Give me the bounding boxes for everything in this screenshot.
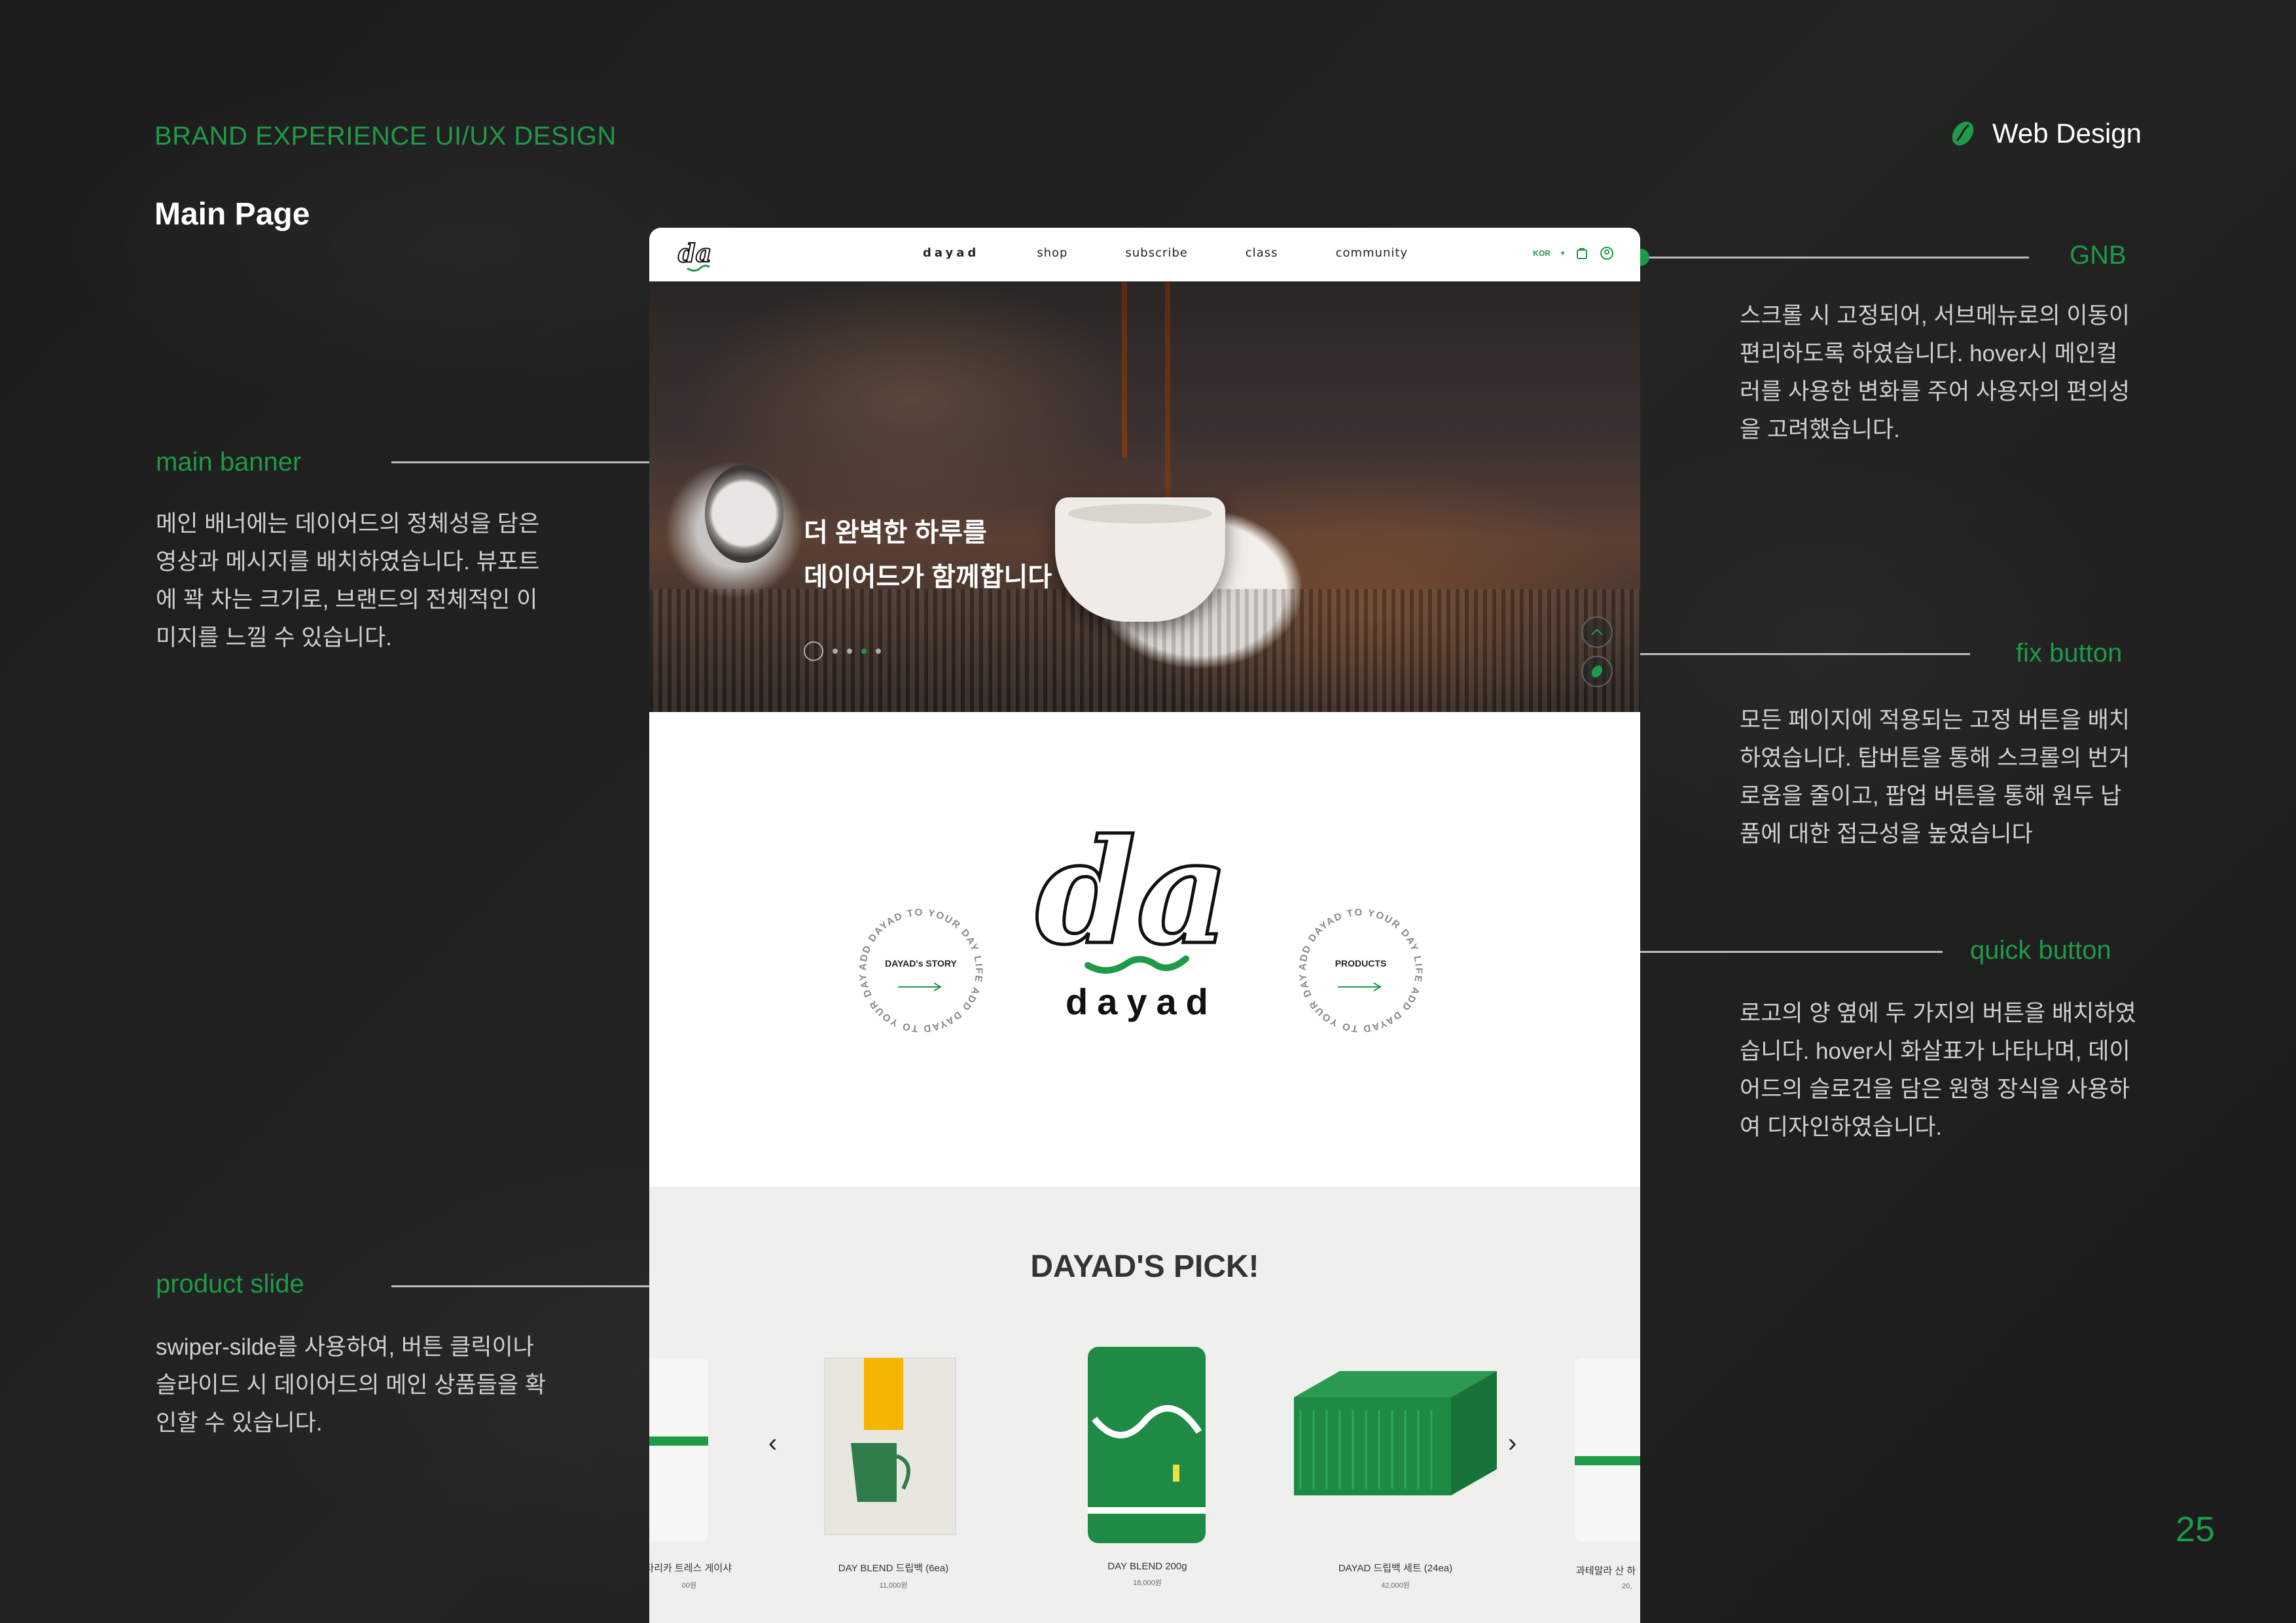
coffee-cup-rim bbox=[1068, 504, 1212, 524]
product-price: 42,000원 bbox=[1381, 1582, 1410, 1590]
coffee-stream-image-2 bbox=[1165, 281, 1170, 530]
nav-item-community[interactable]: community bbox=[1336, 246, 1408, 260]
connector-product-slide bbox=[391, 1285, 683, 1287]
annotation-title-fix-button: fix button bbox=[2016, 639, 2123, 668]
slogan-ring: ADD DAYAD TO YOUR DAY LIFE ADD DAYAD TO … bbox=[1288, 893, 1423, 1034]
product-name: 코스타리카 트레스 게이샤 bbox=[649, 1563, 732, 1574]
product-name: DAY BLEND 200g bbox=[1107, 1561, 1187, 1572]
main-banner: 더 완벽한 하루를 데이어드가 함께합니다 bbox=[649, 281, 1640, 712]
coffee-bean-icon bbox=[1952, 121, 1974, 146]
website-mockup: da dayad shop subscribe class community … bbox=[649, 228, 1640, 1623]
product-card-4[interactable]: 과테말라 산 하 20, bbox=[1576, 1563, 1640, 1590]
gnb-utilities: KOR ▾ bbox=[1533, 246, 1614, 260]
annotation-desc-product-slide: swiper-silde를 사용하여, 버튼 클릭이나 슬라이드 시 데이어드의… bbox=[156, 1334, 547, 1436]
svg-text:da: da bbox=[1035, 825, 1229, 975]
annotation-title-main-banner: main banner bbox=[156, 448, 302, 476]
annotation-desc-quick-button: 로고의 양 옆에 두 가지의 버튼을 배치하였 습니다. hover시 화살표가… bbox=[1740, 1001, 2136, 1140]
dayad-wordmark: dayad bbox=[1066, 981, 1217, 1022]
cart-icon[interactable] bbox=[1575, 246, 1589, 260]
chevron-down-icon[interactable]: ▾ bbox=[1561, 250, 1564, 257]
product-name: DAYAD 드립백 세트 (24ea) bbox=[1338, 1563, 1453, 1574]
coffee-bean-icon bbox=[1591, 665, 1603, 678]
pagination-dot[interactable] bbox=[847, 649, 852, 654]
product-image-2[interactable] bbox=[1081, 1340, 1212, 1550]
annotation-desc-main-banner: 메인 배너에는 데이어드의 정체성을 담은 영상과 메시지를 배치하였습니다. … bbox=[156, 511, 540, 651]
user-icon[interactable] bbox=[1600, 246, 1614, 260]
coffee-stream-image bbox=[1122, 281, 1127, 458]
product-slide-section: DAYAD'S PICK! ‹ › 코스타리카 bbox=[649, 1186, 1640, 1623]
product-image-3[interactable] bbox=[1287, 1358, 1503, 1508]
dayad-logo: da bbox=[1035, 825, 1231, 975]
annotation-title-quick-button: quick button bbox=[1970, 936, 2111, 965]
nav-item-shop[interactable]: shop bbox=[1037, 246, 1067, 260]
quick-button-products-label: PRODUCTS bbox=[1335, 958, 1387, 969]
product-image-4[interactable] bbox=[1575, 1358, 1640, 1541]
pressure-gauge-image bbox=[705, 465, 783, 563]
top-button[interactable] bbox=[1581, 616, 1613, 648]
quick-button-products[interactable]: ADD DAYAD TO YOUR DAY LIFE ADD DAYAD TO … bbox=[1288, 893, 1429, 1039]
quick-button-story[interactable]: ADD DAYAD TO YOUR DAY LIFE ADD DAYAD TO … bbox=[848, 893, 990, 1039]
connector-main-banner bbox=[391, 461, 681, 463]
pagination-dot-active[interactable] bbox=[861, 649, 867, 654]
product-price: 00원 bbox=[681, 1582, 697, 1590]
annotation-title-product-slide: product slide bbox=[156, 1270, 304, 1298]
product-name: 과테말라 산 하 bbox=[1576, 1565, 1636, 1577]
gnb-menu: dayad shop subscribe class community bbox=[923, 246, 1465, 260]
pause-button[interactable] bbox=[804, 641, 823, 661]
product-card-3[interactable]: DAYAD 드립백 세트 (24ea) 42,000원 bbox=[1304, 1561, 1487, 1590]
connector-gnb bbox=[1640, 257, 2029, 259]
page-number: 25 bbox=[2175, 1510, 2215, 1549]
category-label: BRAND EXPERIENCE UI/UX DESIGN bbox=[154, 122, 617, 151]
connector-fix-button bbox=[1624, 653, 1970, 655]
nav-item-subscribe[interactable]: subscribe bbox=[1125, 246, 1187, 260]
popup-button[interactable] bbox=[1581, 656, 1613, 687]
quick-button-story-label: DAYAD's STORY bbox=[885, 958, 957, 969]
section-label: Web Design bbox=[1948, 118, 2142, 149]
product-card-0[interactable]: 코스타리카 트레스 게이샤 00원 bbox=[649, 1561, 732, 1590]
nav-item-class[interactable]: class bbox=[1246, 246, 1278, 260]
gnb: da dayad shop subscribe class community … bbox=[649, 228, 1640, 281]
banner-headline: 더 완벽한 하루를 데이어드가 함께합니다 bbox=[804, 518, 1052, 592]
product-card-1[interactable]: DAY BLEND 드립백 (6ea) 11,000원 bbox=[812, 1561, 975, 1590]
pick-title: DAYAD'S PICK! bbox=[1030, 1249, 1259, 1284]
pagination-dot[interactable] bbox=[876, 649, 881, 654]
language-select[interactable]: KOR bbox=[1533, 249, 1551, 258]
chevron-up-icon bbox=[1591, 628, 1603, 635]
slide-next-button[interactable]: › bbox=[1508, 1429, 1516, 1458]
page-title: Main Page bbox=[154, 197, 310, 232]
svg-text:da: da bbox=[678, 238, 711, 268]
annotation-title-gnb: GNB bbox=[2070, 241, 2126, 270]
nav-brand[interactable]: dayad bbox=[923, 246, 979, 260]
annotation-desc-gnb: 스크롤 시 고정되어, 서브메뉴로의 이동이 편리하도록 하였습니다. hove… bbox=[1740, 303, 2130, 442]
annotation-desc-fix-button: 모든 페이지에 적용되는 고정 버튼을 배치 하였습니다. 탑버튼을 통해 스크… bbox=[1740, 707, 2130, 847]
banner-pagination bbox=[804, 641, 881, 661]
product-price: 20, bbox=[1622, 1582, 1632, 1590]
slogan-ring: ADD DAYAD TO YOUR DAY LIFE ADD DAYAD TO … bbox=[848, 893, 983, 1034]
logo-section: ADD DAYAD TO YOUR DAY LIFE ADD DAYAD TO … bbox=[649, 712, 1640, 1186]
product-card-2[interactable]: DAY BLEND 200g 18,000원 bbox=[1066, 1561, 1229, 1588]
pagination-dot[interactable] bbox=[833, 649, 838, 654]
slide-prev-button[interactable]: ‹ bbox=[768, 1429, 777, 1458]
product-image-1[interactable] bbox=[818, 1338, 969, 1541]
section-label-text: Web Design bbox=[1992, 118, 2142, 149]
product-price: 11,000원 bbox=[879, 1582, 908, 1590]
product-name: DAY BLEND 드립백 (6ea) bbox=[838, 1563, 949, 1574]
dayad-logo-icon[interactable]: da bbox=[675, 236, 721, 275]
product-image-0[interactable] bbox=[649, 1358, 708, 1541]
product-price: 18,000원 bbox=[1133, 1579, 1162, 1587]
